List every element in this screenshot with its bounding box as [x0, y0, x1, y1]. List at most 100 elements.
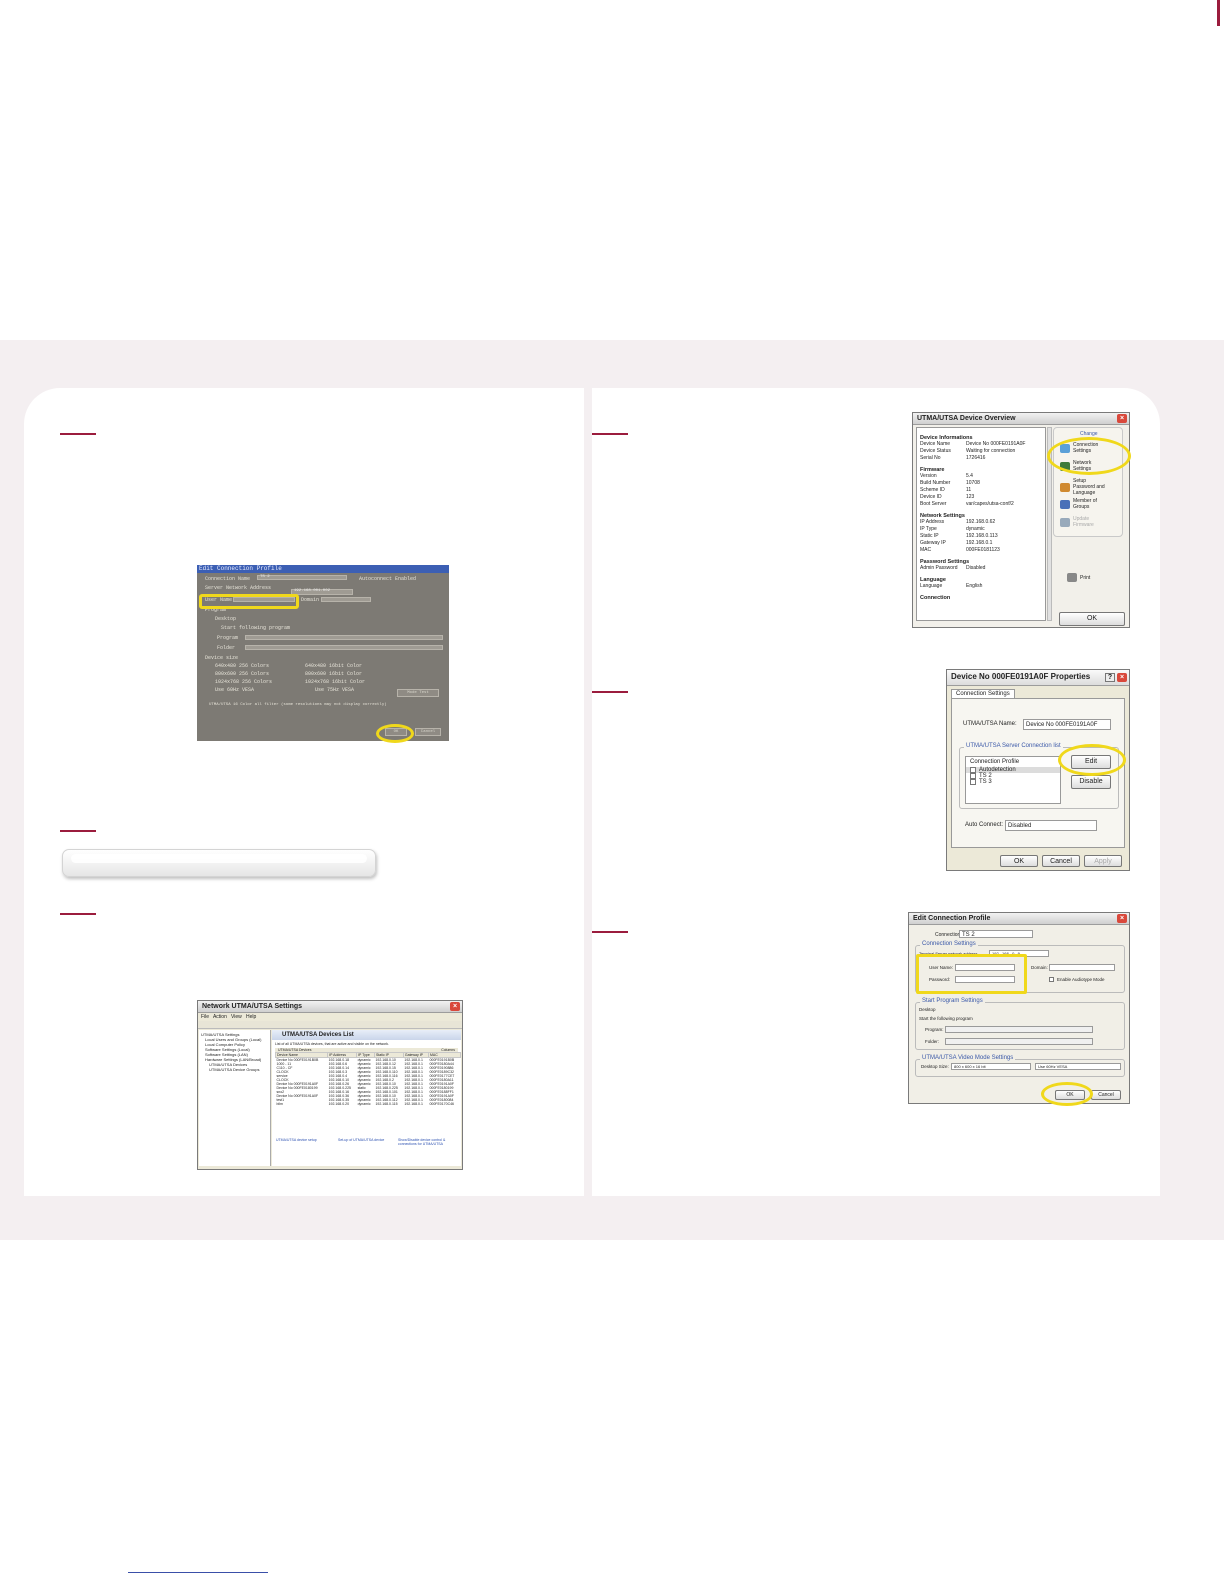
edit-domain-label: Domain: [1031, 965, 1048, 970]
close-icon[interactable]: × [1117, 673, 1127, 682]
photo-desktop-option[interactable]: Desktop [215, 616, 236, 622]
firmware-icon [1060, 517, 1070, 527]
member-of-groups-item[interactable]: Member of Groups [1060, 498, 1101, 510]
desktop-radio[interactable]: Desktop [919, 1007, 936, 1012]
list-item-label: TS 3 [979, 779, 992, 785]
desktop-size-select[interactable]: 800 x 600 x 16 bit [951, 1063, 1031, 1070]
update-firmware-item[interactable]: Update Firmware [1060, 516, 1101, 528]
photo-program-field[interactable] [245, 635, 443, 640]
link-show-disable[interactable]: Show/Disable device control & connection… [398, 1138, 456, 1146]
info-key: Device Status [920, 448, 951, 454]
printer-icon [1067, 573, 1077, 582]
auto-connect-select[interactable]: Disabled [1005, 820, 1097, 831]
setup-password-item[interactable]: Setup Password and Language [1060, 478, 1109, 496]
devices-list-desc: List of all UTMA/UTSA devices, that are … [275, 1042, 389, 1046]
list-item[interactable]: TS 3 [966, 779, 1060, 785]
photo-res-800[interactable]: 800x600 256 Colors [215, 671, 269, 677]
photo-server-address-field[interactable]: 192.168.001.002 [291, 589, 353, 595]
net-menubar: File Action View Help [198, 1013, 462, 1021]
link-setup-of-device[interactable]: Set-up of UTMA/UTSA device [338, 1138, 388, 1142]
info-row: Build Number 10708 [920, 480, 1042, 487]
info-row: Version 5.4 [920, 473, 1042, 480]
info-value: 1726416 [966, 455, 986, 461]
info-row: Serial No 1726416 [920, 455, 1042, 462]
info-row: Boot Server var/capes/utsa-conf/2 [920, 501, 1042, 508]
net-right-pane: UTMA/UTSA Devices List List of all UTMA/… [272, 1030, 462, 1166]
photo-connection-name-field[interactable]: TS 2 [257, 575, 347, 580]
photo-device-size-label: Device size [205, 655, 239, 661]
audiotype-checkbox[interactable] [1049, 977, 1054, 982]
help-icon[interactable]: ? [1105, 673, 1115, 682]
edit-cancel-button[interactable]: Cancel [1091, 1090, 1121, 1100]
section-header: Connection [920, 595, 951, 601]
props-ok-button[interactable]: OK [1000, 855, 1038, 867]
table-row[interactable]: bilm 192.168.0.20 dynamic 192.168.0.115 192.… [276, 1102, 461, 1106]
table-cell: bilm [276, 1102, 283, 1106]
photo-res-640[interactable]: 640x480 256 Colors [215, 663, 269, 669]
edit-domain-input[interactable] [1049, 964, 1115, 971]
disable-button[interactable]: Disable [1071, 775, 1111, 789]
edit-highlight [1058, 744, 1126, 776]
menu-file[interactable]: File [201, 1014, 209, 1020]
step-rule-2 [60, 830, 96, 832]
table-cell: dynamic [357, 1102, 371, 1106]
photo-col-800[interactable]: 800x600 16bit Color [305, 671, 362, 677]
photo-col-640[interactable]: 640x480 16bit Color [305, 663, 362, 669]
photo-start-program-option[interactable]: Start following program [221, 625, 290, 631]
link-device-setup[interactable]: UTMA/UTSA device setup [276, 1138, 332, 1142]
edit-folder-input[interactable] [945, 1038, 1093, 1045]
print-item[interactable]: Print [1067, 573, 1090, 582]
props-apply-button[interactable]: Apply [1084, 855, 1122, 867]
info-value: 11 [966, 487, 972, 493]
table-cell: 000FE0170C46 [429, 1102, 454, 1106]
menu-view[interactable]: View [231, 1014, 242, 1020]
photo-use-75[interactable]: Use 75Hz VESA [315, 687, 354, 693]
edit-program-input[interactable] [945, 1026, 1093, 1033]
info-key: Language [920, 583, 943, 589]
photo-folder-field[interactable] [245, 645, 443, 650]
desktop-size-label: Desktop Size: [921, 1064, 949, 1069]
refresh-rate-select[interactable]: Use 60Hz VESA [1035, 1063, 1121, 1070]
props-name-input[interactable]: Device No 000FE0191A0F [1023, 719, 1111, 730]
close-icon[interactable]: × [1117, 914, 1127, 923]
devices-list-title: UTMA/UTSA Devices List [272, 1030, 461, 1040]
photo-domain-field[interactable] [321, 597, 371, 602]
photo-col-1024[interactable]: 1024x768 16bit Color [305, 679, 365, 685]
info-row: Static IP 192.168.0.113 [920, 533, 1042, 540]
devices-label: UTMA/UTSA Devices [278, 1048, 312, 1052]
edit-connection-input[interactable]: TS 2 [959, 930, 1033, 938]
step-rule-5 [592, 691, 628, 693]
props-cancel-button[interactable]: Cancel [1042, 855, 1080, 867]
net-title: Network UTMA/UTSA Settings [202, 1003, 303, 1010]
info-key: MAC [920, 547, 932, 553]
step-rule-6 [592, 931, 628, 933]
net-toolbar [198, 1021, 462, 1029]
close-icon[interactable]: × [450, 1002, 460, 1011]
info-key: Device Name [920, 441, 951, 447]
edit-connection-window: Edit Connection Profile × Connection TS 2… [908, 912, 1130, 1104]
start-program-radio[interactable]: Start the following program [919, 1016, 973, 1021]
photo-mode-test-button[interactable]: Mode Test [397, 689, 439, 697]
photo-use-vesa[interactable]: Use 60Hz VESA [215, 687, 254, 693]
menu-help[interactable]: Help [246, 1014, 256, 1020]
update-firmware-label: Update Firmware [1073, 516, 1094, 528]
photo-connection-name-label: Connection Name [205, 576, 251, 582]
print-label: Print [1080, 574, 1091, 581]
device-info-pane: Device Informations Device Name Device No … [916, 427, 1046, 621]
photo-cancel-button[interactable]: Cancel [415, 728, 441, 736]
photo-program-label: Program [217, 635, 239, 641]
info-value: 10708 [966, 480, 980, 486]
menu-action[interactable]: Action [213, 1014, 227, 1020]
info-value: dynamic [966, 526, 985, 532]
edit-ok-highlight [1041, 1082, 1093, 1106]
ovw-ok-button[interactable]: OK [1059, 612, 1125, 626]
props-titlebar: Device No 000FE0191A0F Properties ×? [947, 670, 1129, 686]
photo-res-1024[interactable]: 1024x768 256 Colors [215, 679, 272, 685]
info-key: IP Type [920, 526, 937, 532]
tree-item[interactable]: UTMA/UTSA Device Groups [201, 1067, 268, 1072]
info-row: IP Address 192.168.0.62 [920, 519, 1042, 526]
checkbox[interactable] [970, 779, 976, 785]
tab-connection-settings[interactable]: Connection Settings [951, 689, 1015, 698]
columns-button[interactable]: Columns [441, 1048, 455, 1052]
close-icon[interactable]: × [1117, 414, 1127, 423]
